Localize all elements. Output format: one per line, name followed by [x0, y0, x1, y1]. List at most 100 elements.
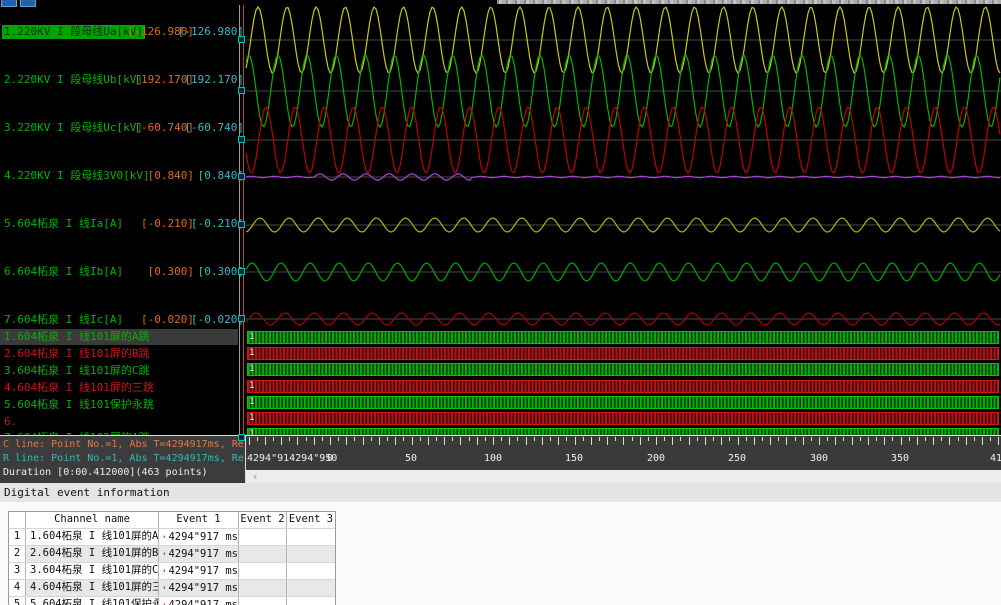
- r-line-marker-icon[interactable]: [238, 36, 245, 43]
- analog-channel-row[interactable]: 6.604柘泉 I 线Ib[A][0.300][0.300]: [0, 265, 238, 279]
- analog-channel-label[interactable]: 5.604柘泉 I 线Ia[A]: [2, 217, 125, 231]
- event3-cell: [287, 597, 335, 605]
- analog-channel-cursor-value: [-126.980]: [178, 25, 244, 39]
- r-line-marker-icon[interactable]: [238, 136, 245, 143]
- channel-name-cell: 3.604柘泉 I 线101屏的C跳: [26, 563, 159, 579]
- analog-channel-inst-value: [-0.020]: [141, 313, 194, 327]
- event1-time: 4294"917 ms: [168, 598, 238, 605]
- r-line-marker-icon[interactable]: [238, 434, 245, 441]
- axis-tick: [460, 437, 461, 445]
- axis-tick: [672, 437, 673, 445]
- axis-tick: [933, 437, 934, 445]
- panel-divider: [239, 5, 240, 435]
- digital-channel-label[interactable]: 1.604柘泉 I 线101屏的A跳: [0, 329, 238, 345]
- channel-name-cell: 2.604柘泉 I 线101屏的B跳: [26, 546, 159, 562]
- horizontal-scrollbar[interactable]: ‹: [246, 470, 1001, 483]
- axis-tick: [452, 437, 453, 441]
- analog-channel-label[interactable]: 1.220KV I 段母线Ua[kV]: [2, 25, 145, 39]
- axis-tick: [297, 437, 298, 445]
- axis-tick: [982, 437, 983, 445]
- axis-tick: [436, 437, 437, 441]
- axis-tick: [754, 437, 755, 445]
- table-corner-cell: [9, 512, 26, 528]
- axis-tick: [469, 437, 470, 441]
- toolbar-icon-2[interactable]: [20, 0, 36, 7]
- axis-tick: [786, 437, 787, 445]
- axis-tick: [876, 437, 877, 441]
- digital-channel-label[interactable]: 2.604柘泉 I 线101屏的B跳: [0, 346, 238, 362]
- axis-tick: [330, 437, 331, 445]
- analog-channel-row[interactable]: 5.604柘泉 I 线Ia[A][-0.210][-0.210]: [0, 217, 238, 231]
- rising-edge-arrow-icon: [163, 600, 165, 605]
- axis-tick: [778, 437, 779, 441]
- digital-channel-label[interactable]: 6.: [0, 414, 238, 430]
- analog-channel-label[interactable]: 3.220KV I 段母线Uc[kV]: [2, 121, 145, 135]
- analog-channel-row[interactable]: 4.220KV I 段母线3V0[kV][0.840][0.840]: [0, 169, 238, 183]
- axis-tick: [762, 437, 763, 441]
- analog-channel-cursor-value: [-0.210]: [191, 217, 244, 231]
- table-row[interactable]: 33.604柘泉 I 线101屏的C跳4294"917 ms: [9, 563, 335, 580]
- waveform-plot[interactable]: [239, 5, 1001, 435]
- analog-channel-row[interactable]: 3.220KV I 段母线Uc[kV][-60.740][-60.740]: [0, 121, 238, 135]
- axis-tick: [811, 437, 812, 441]
- r-line-marker-icon[interactable]: [238, 221, 245, 228]
- axis-tick-label: 350: [891, 453, 909, 464]
- event3-cell: [287, 529, 335, 545]
- axis-tick: [542, 437, 543, 445]
- scroll-left-icon[interactable]: ‹: [252, 470, 259, 483]
- digital-event-table: Channel nameEvent 1Event 2Event 311.604柘…: [8, 511, 336, 605]
- row-number-cell: 5: [9, 597, 26, 605]
- event1-cell: 4294"917 ms: [159, 529, 239, 545]
- axis-tick: [273, 437, 274, 441]
- event2-cell: [239, 597, 287, 605]
- digital-channel-label[interactable]: 4.604柘泉 I 线101屏的三跳: [0, 380, 238, 396]
- event3-cell: [287, 580, 335, 596]
- analog-channel-label[interactable]: 4.220KV I 段母线3V0[kV]: [2, 169, 152, 183]
- event1-cell: 4294"917 ms: [159, 563, 239, 579]
- analog-channel-row[interactable]: 2.220KV I 段母线Ub[kV][192.170][192.170]: [0, 73, 238, 87]
- analog-channel-cursor-value: [192.170]: [184, 73, 244, 87]
- analog-channel-row[interactable]: 7.604柘泉 I 线Ic[A][-0.020][-0.020]: [0, 313, 238, 327]
- axis-tick: [738, 437, 739, 445]
- axis-tick: [917, 437, 918, 445]
- event1-cell: 4294"917 ms: [159, 546, 239, 562]
- axis-tick: [363, 437, 364, 445]
- axis-tick: [648, 437, 649, 441]
- analog-channel-label[interactable]: 2.220KV I 段母线Ub[kV]: [2, 73, 145, 87]
- axis-tick: [729, 437, 730, 441]
- event2-cell: [239, 529, 287, 545]
- axis-tick: [444, 437, 445, 445]
- digital-event-info-bar: Digital event information: [0, 483, 1001, 503]
- axis-tick: [697, 437, 698, 441]
- table-row[interactable]: 44.604柘泉 I 线101屏的三跳4294"917 ms: [9, 580, 335, 597]
- axis-tick: [265, 437, 266, 445]
- analog-channel-row[interactable]: 1.220KV I 段母线Ua[kV][-126.980][-126.980]: [0, 25, 238, 39]
- axis-tick: [477, 437, 478, 445]
- table-column-header: Event 1: [159, 512, 239, 528]
- r-line-marker-icon[interactable]: [238, 87, 245, 94]
- r-line-marker-icon[interactable]: [238, 268, 245, 275]
- analog-channel-label[interactable]: 7.604柘泉 I 线Ic[A]: [2, 313, 125, 327]
- axis-tick: [607, 437, 608, 445]
- axis-tick: [860, 437, 861, 441]
- c-line-cursor[interactable]: [243, 5, 244, 435]
- analog-channel-label[interactable]: 6.604柘泉 I 线Ib[A]: [2, 265, 125, 279]
- time-axis-ruler[interactable]: 4294"914294"95005010015020025030035041: [246, 435, 1001, 470]
- axis-tick: [354, 437, 355, 441]
- digital-channel-label[interactable]: 5.604柘泉 I 线101保护永跳: [0, 397, 238, 413]
- event3-cell: [287, 546, 335, 562]
- axis-tick: [322, 437, 323, 441]
- table-row[interactable]: 55.604柘泉 I 线101保护永跳4294"917 ms: [9, 597, 335, 605]
- cursor-status-panel: C line: Point No.=1, Abs T=4294917ms, Re…: [0, 435, 246, 483]
- axis-tick: [575, 437, 576, 445]
- digital-channel-label[interactable]: 3.604柘泉 I 线101屏的C跳: [0, 363, 238, 379]
- toolbar-icon-1[interactable]: [1, 0, 17, 7]
- table-row[interactable]: 22.604柘泉 I 线101屏的B跳4294"917 ms: [9, 546, 335, 563]
- table-row[interactable]: 11.604柘泉 I 线101屏的A跳4294"917 ms: [9, 529, 335, 546]
- r-line-marker-icon[interactable]: [238, 173, 245, 180]
- r-line-marker-icon[interactable]: [238, 315, 245, 322]
- axis-tick: [501, 437, 502, 441]
- axis-tick: [493, 437, 494, 445]
- axis-tick: [306, 437, 307, 441]
- axis-tick: [346, 437, 347, 445]
